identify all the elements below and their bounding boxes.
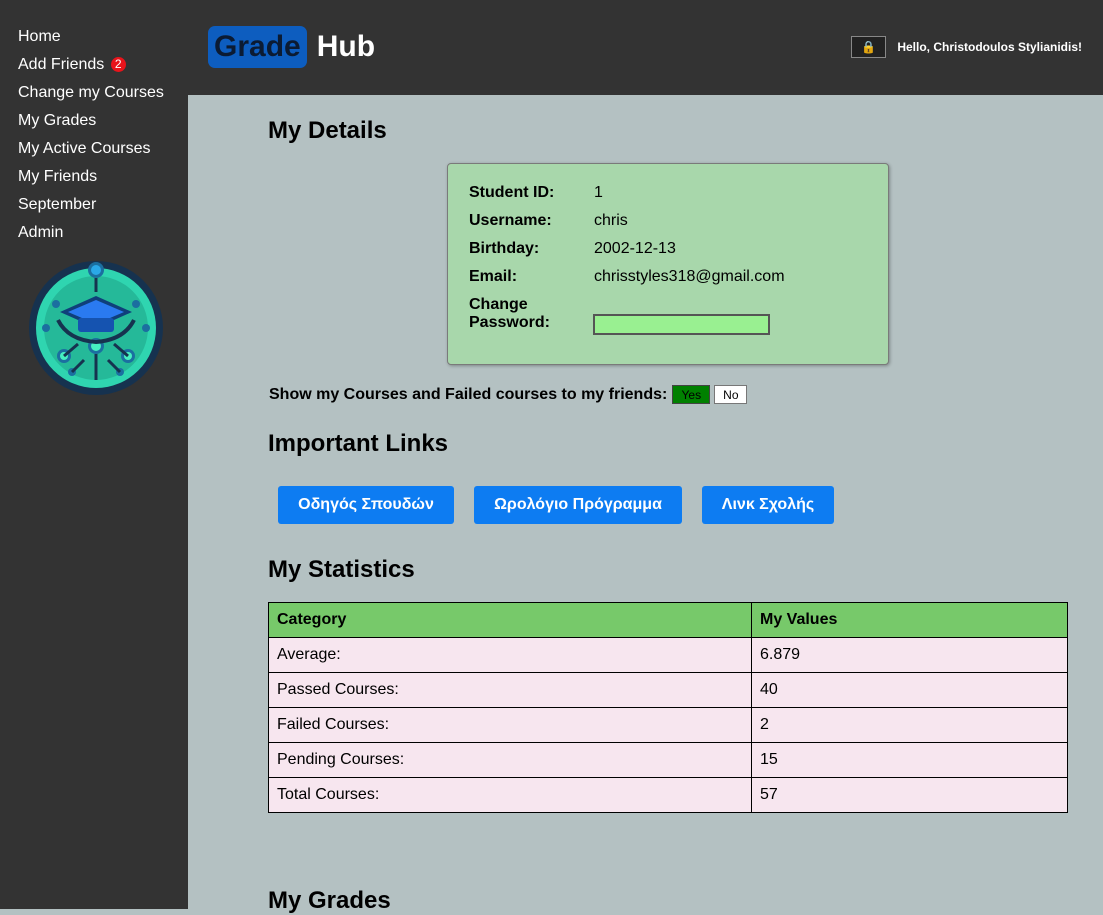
sidebar-nav: Home Add Friends 2 Change my Courses My … (0, 0, 188, 250)
change-password-input[interactable] (593, 314, 770, 335)
logout-button[interactable]: 🔒 (851, 36, 886, 58)
column-header-values: My Values (751, 602, 1068, 638)
sidebar-link-my-grades[interactable]: My Grades (18, 112, 96, 129)
table-cell-value: 6.879 (751, 637, 1068, 673)
graduation-cap-circuit-icon (29, 261, 163, 395)
sidebar-link-change-courses[interactable]: Change my Courses (18, 84, 164, 101)
birthday-value: 2002-12-13 (594, 240, 676, 257)
school-link-button[interactable]: Λινκ Σχολής (702, 486, 834, 524)
my-grades-heading: My Grades (268, 887, 391, 914)
table-header-row: Category My Values (268, 602, 1068, 638)
share-yes-button[interactable]: Yes (672, 385, 711, 404)
brand-grade-text: Grade (208, 26, 307, 68)
table-cell-value: 15 (751, 742, 1068, 778)
study-guide-link-button[interactable]: Οδηγός Σπουδών (278, 486, 454, 524)
table-cell-category: Failed Courses: (268, 707, 752, 743)
table-row: Failed Courses: 2 (268, 707, 1068, 743)
sidebar-item-my-grades[interactable]: My Grades (18, 110, 188, 138)
table-cell-category: Passed Courses: (268, 672, 752, 708)
column-header-category: Category (268, 602, 752, 638)
table-row: Average: 6.879 (268, 637, 1068, 673)
sidebar-item-active-courses[interactable]: My Active Courses (18, 138, 188, 166)
important-links-heading: Important Links (268, 430, 449, 457)
sidebar-item-my-friends[interactable]: My Friends (18, 166, 188, 194)
statistics-table: Category My Values Average: 6.879 Passed… (268, 602, 1068, 813)
sidebar: Home Add Friends 2 Change my Courses My … (0, 0, 188, 909)
brand-hub-text: Hub (316, 30, 376, 63)
change-password-label-line2: Password: (469, 314, 550, 331)
username-label: Username: (469, 212, 552, 229)
table-row: Pending Courses: 15 (268, 742, 1068, 778)
sidebar-link-september[interactable]: September (18, 196, 96, 213)
table-row: Passed Courses: 40 (268, 672, 1068, 708)
main-content: My Details Student ID: 1 Username: chris… (188, 95, 1103, 914)
my-details-heading: My Details (268, 117, 387, 144)
sidebar-item-add-friends[interactable]: Add Friends 2 (18, 54, 188, 82)
share-courses-setting: Show my Courses and Failed courses to my… (269, 385, 748, 404)
table-cell-value: 40 (751, 672, 1068, 708)
lock-icon: 🔒 (861, 40, 876, 54)
table-cell-value: 57 (751, 777, 1068, 813)
sidebar-item-change-courses[interactable]: Change my Courses (18, 82, 188, 110)
sidebar-link-active-courses[interactable]: My Active Courses (18, 140, 150, 157)
sidebar-item-admin[interactable]: Admin (18, 222, 188, 250)
share-no-button[interactable]: No (714, 385, 748, 404)
table-cell-value: 2 (751, 707, 1068, 743)
sidebar-link-my-friends[interactable]: My Friends (18, 168, 97, 185)
sidebar-item-september[interactable]: September (18, 194, 188, 222)
email-label: Email: (469, 268, 518, 285)
top-header: Grade Hub 🔒 Hello, Christodoulos Stylian… (188, 0, 1103, 95)
my-statistics-heading: My Statistics (268, 556, 415, 583)
student-id-label: Student ID: (469, 184, 555, 201)
app-logo (28, 260, 164, 396)
username-value: chris (594, 212, 628, 229)
notification-badge: 2 (110, 57, 126, 72)
timetable-link-button[interactable]: Ωρολόγιο Πρόγραμμα (474, 486, 682, 524)
table-cell-category: Total Courses: (268, 777, 752, 813)
sidebar-item-home[interactable]: Home (18, 26, 188, 54)
sidebar-link-add-friends[interactable]: Add Friends (18, 56, 104, 73)
student-id-value: 1 (594, 184, 603, 201)
change-password-label-line1: Change (469, 296, 528, 313)
sidebar-link-home[interactable]: Home (18, 28, 61, 45)
brand-logo[interactable]: Grade Hub (208, 25, 375, 69)
share-courses-label: Show my Courses and Failed courses to my… (269, 385, 668, 403)
table-cell-category: Average: (268, 637, 752, 673)
table-row: Total Courses: 57 (268, 777, 1068, 813)
user-greeting: Hello, Christodoulos Stylianidis! (897, 40, 1082, 54)
birthday-label: Birthday: (469, 240, 540, 257)
table-cell-category: Pending Courses: (268, 742, 752, 778)
sidebar-link-admin[interactable]: Admin (18, 224, 63, 241)
email-value: chrisstyles318@gmail.com (594, 268, 785, 285)
details-card: Student ID: 1 Username: chris Birthday: … (447, 163, 889, 365)
